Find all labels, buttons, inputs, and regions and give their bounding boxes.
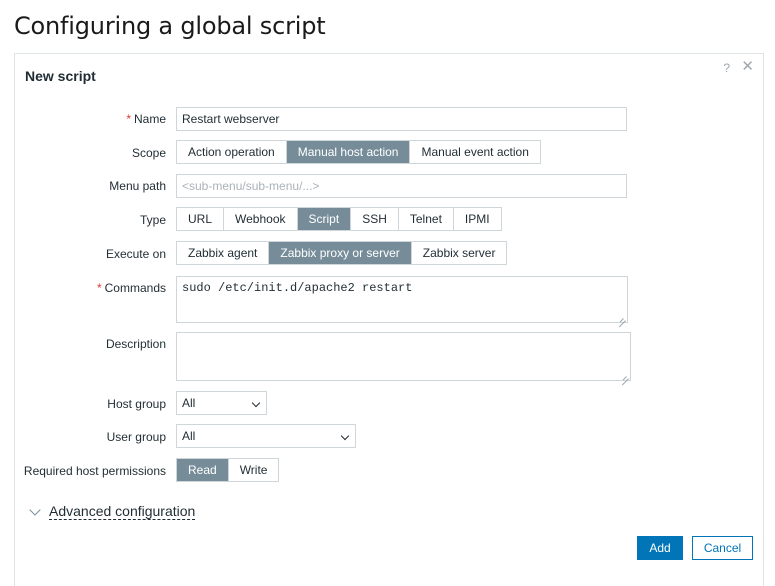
menu-path-input[interactable]: <sub-menu/sub-menu/...> — [176, 174, 627, 198]
dialog-title: New script — [25, 68, 96, 84]
user-group-value: All — [182, 429, 196, 443]
description-row: Description — [15, 332, 763, 381]
commands-row: * Commands sudo /etc/init.d/apache2 resta… — [15, 276, 763, 323]
scope-option-manual-event-action[interactable]: Manual event action — [410, 141, 540, 163]
type-option-telnet[interactable]: Telnet — [398, 208, 454, 230]
resize-grip-icon[interactable] — [619, 314, 626, 321]
host-group-label: Host group — [107, 397, 166, 411]
description-textarea[interactable] — [176, 332, 631, 381]
execute-on-label: Execute on — [105, 247, 166, 261]
resize-grip-icon[interactable] — [622, 372, 629, 379]
name-label: * Name — [126, 112, 166, 126]
scope-option-manual-host-action[interactable]: Manual host action — [286, 141, 411, 163]
execute-on-option-zabbix-server[interactable]: Zabbix server — [411, 242, 507, 264]
scope-label: Scope — [131, 146, 166, 160]
add-button[interactable]: Add — [637, 536, 683, 560]
advanced-configuration-label: Advanced configuration — [49, 503, 196, 520]
commands-textarea[interactable]: sudo /etc/init.d/apache2 restart — [176, 276, 628, 323]
commands-label: * Commands — [96, 281, 166, 295]
type-option-url[interactable]: URL — [177, 208, 225, 230]
chevron-down-icon — [340, 431, 350, 441]
new-script-dialog: New script ? ✕ * Name Restart webserver S… — [14, 53, 764, 586]
commands-text: sudo /etc/init.d/apache2 restart — [182, 281, 413, 295]
type-option-ipmi[interactable]: IPMI — [453, 208, 501, 230]
type-option-script[interactable]: Script — [297, 208, 352, 230]
scope-segmented: Action operation Manual host action Manu… — [176, 140, 541, 164]
host-group-value: All — [182, 396, 196, 410]
type-segmented: URL Webhook Script SSH Telnet IPMI — [176, 207, 502, 231]
execute-on-option-zabbix-proxy-or-server[interactable]: Zabbix proxy or server — [269, 242, 412, 264]
required-host-permissions-segmented: Read Write — [176, 458, 280, 482]
type-option-ssh[interactable]: SSH — [351, 208, 399, 230]
required-host-permissions-label: Required host permissions — [23, 464, 166, 478]
close-icon[interactable]: ✕ — [741, 59, 754, 74]
scope-option-action-operation[interactable]: Action operation — [177, 141, 287, 163]
chevron-down-icon — [251, 398, 261, 408]
chevron-down-icon — [29, 504, 41, 516]
help-icon[interactable]: ? — [723, 61, 730, 75]
required-mark: * — [96, 281, 102, 295]
user-group-select[interactable]: All — [176, 424, 356, 448]
user-group-row: User group All — [15, 424, 763, 448]
menu-path-label: Menu path — [109, 179, 166, 193]
user-group-label: User group — [106, 430, 166, 444]
advanced-configuration-toggle[interactable]: Advanced configuration — [29, 503, 196, 520]
description-label: Description — [105, 337, 166, 351]
permission-option-write[interactable]: Write — [228, 459, 279, 481]
page-title: Configuring a global script — [14, 12, 326, 40]
host-group-row: Host group All — [15, 391, 763, 415]
host-group-select[interactable]: All — [176, 391, 267, 415]
execute-on-option-zabbix-agent[interactable]: Zabbix agent — [177, 242, 270, 264]
type-option-webhook[interactable]: Webhook — [224, 208, 298, 230]
permission-option-read[interactable]: Read — [177, 459, 229, 481]
name-input[interactable]: Restart webserver — [176, 107, 627, 131]
execute-on-segmented: Zabbix agent Zabbix proxy or server Zabb… — [176, 241, 508, 265]
type-label: Type — [139, 213, 166, 227]
cancel-button[interactable]: Cancel — [692, 536, 753, 560]
required-mark: * — [126, 112, 131, 126]
